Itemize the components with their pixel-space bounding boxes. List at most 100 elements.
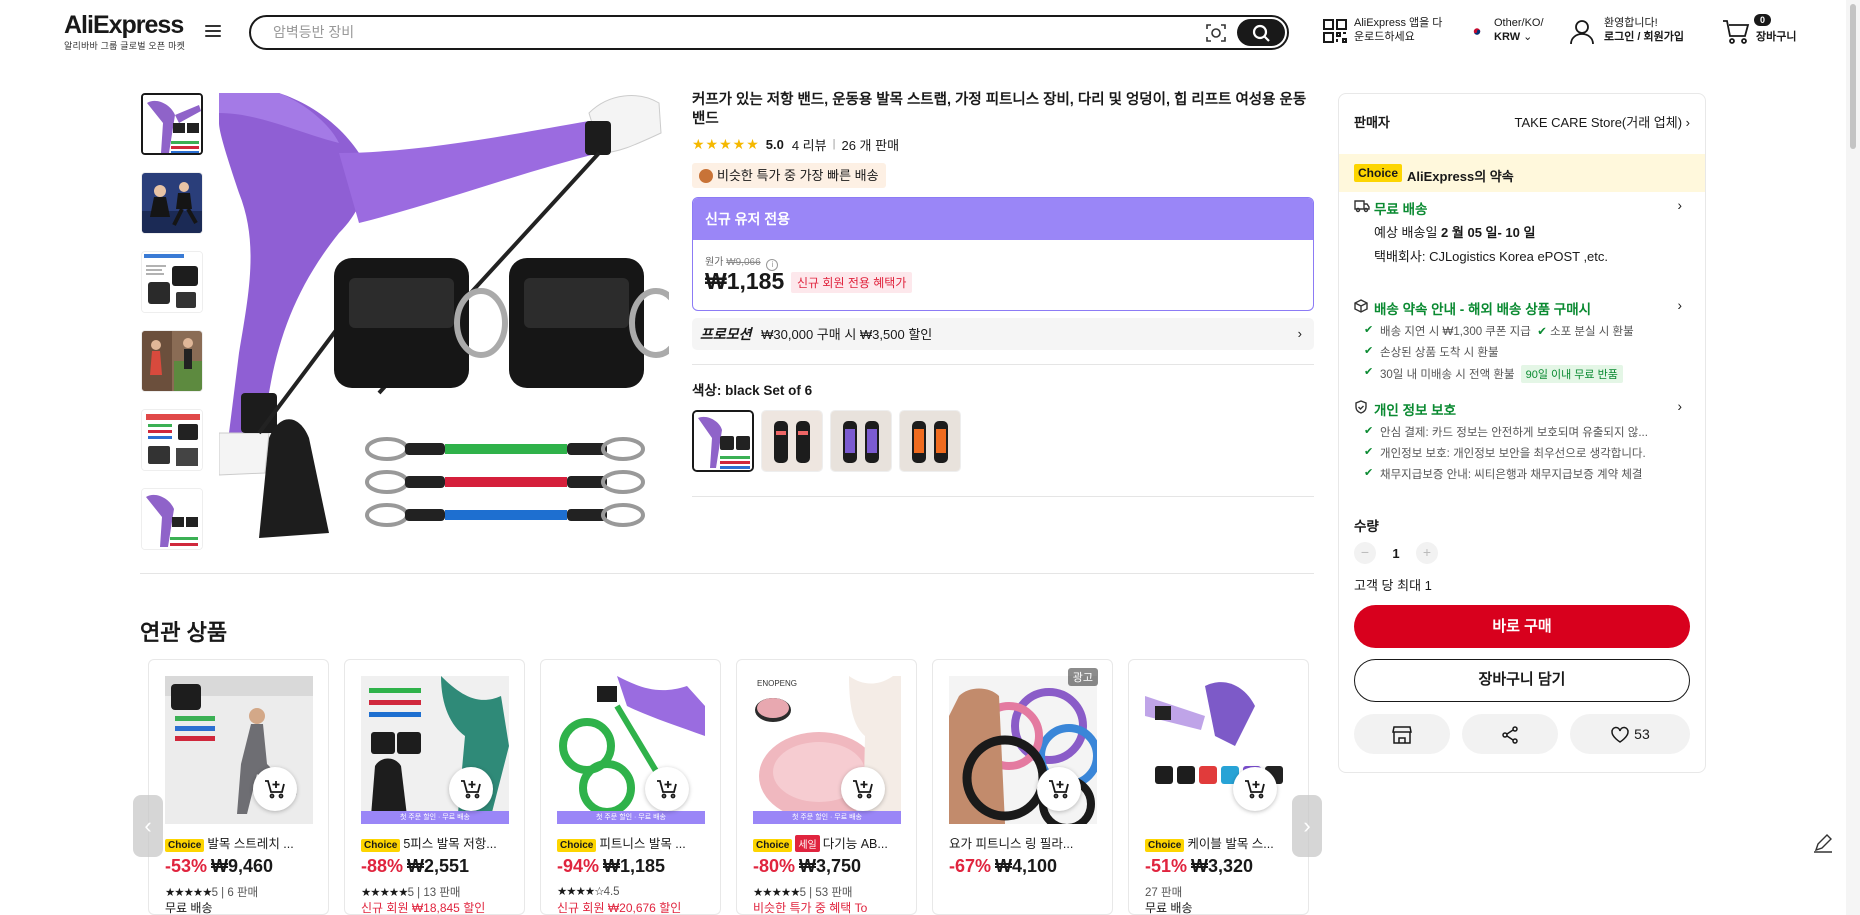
- product-card[interactable]: 광고 요가 피트니스 링 필라... -67% ₩4,100: [932, 659, 1113, 915]
- scrollbar-thumb[interactable]: [1850, 4, 1856, 149]
- product-card-name: Choice 세일 다기능 AB...: [753, 833, 903, 852]
- product-card-price: -67% ₩4,100: [949, 856, 1058, 876]
- quantity-stepper: − 1 +: [1354, 542, 1438, 564]
- add-to-cart-button[interactable]: [1037, 767, 1081, 811]
- related-products-carousel: Choice 발목 스트레치 ... -53% ₩9,460 ★★★★★5 | 6 …: [148, 659, 1309, 915]
- divider: [692, 496, 1314, 497]
- login-signup-link[interactable]: 로그인 / 회원가입: [1604, 31, 1684, 43]
- product-card-price: -94% ₩1,185: [557, 856, 666, 876]
- cart-plus-icon: [657, 780, 677, 799]
- product-card-name: Choice 5피스 발목 저항...: [361, 833, 511, 852]
- divider: [692, 364, 1314, 365]
- svg-text:ENOPENG: ENOPENG: [757, 679, 797, 688]
- chevron-right-icon: ›: [1677, 198, 1683, 213]
- rating-summary[interactable]: ★★★★★ 5.0 4 리뷰 | 26 개 판매: [692, 135, 899, 154]
- carousel-prev-button[interactable]: ‹: [133, 795, 163, 857]
- add-to-cart-button[interactable]: [1233, 767, 1277, 811]
- color-option[interactable]: [761, 410, 823, 472]
- carousel-next-button[interactable]: ›: [1292, 795, 1322, 857]
- eta-label: 예상 배송일: [1374, 225, 1438, 240]
- thumbnail[interactable]: [141, 330, 203, 392]
- store-icon: [1392, 726, 1412, 745]
- chevron-right-icon: ›: [1677, 399, 1683, 414]
- promise-title: AliExpress의 약속: [1407, 169, 1514, 184]
- product-card-shipping: 비슷한 특가 중 혜택 To: [753, 901, 868, 915]
- first-order-strip: 첫 주문 할인 · 무료 배송: [361, 811, 509, 824]
- product-card[interactable]: 첫 주문 할인 · 무료 배송 Choice 피트니스 발목 ... -94% ₩1…: [540, 659, 721, 915]
- product-card-rating: ★★★★☆4.5: [557, 886, 620, 898]
- discount: -88%: [361, 856, 404, 876]
- store-link[interactable]: TAKE CARE Store(거래 업체) ›: [1515, 112, 1690, 131]
- add-to-cart-button[interactable]: [841, 767, 885, 811]
- thumbnail[interactable]: [141, 251, 203, 313]
- choice-badge: Choice: [1145, 839, 1185, 852]
- hamburger-menu-icon[interactable]: [205, 25, 221, 39]
- share-button[interactable]: [1462, 714, 1558, 754]
- wishlist-count: 53: [1634, 726, 1650, 742]
- add-to-cart-button[interactable]: 장바구니 담기: [1354, 659, 1690, 702]
- logo-subtitle: 알리바바 그룹 글로벌 오픈 마켓: [64, 41, 186, 51]
- add-to-cart-button[interactable]: [645, 767, 689, 811]
- user-icon: [1570, 20, 1594, 45]
- shipping-section[interactable]: 무료 배송 › 예상 배송일 2 월 05 일- 10 일 택배회사: CJLo…: [1354, 198, 1690, 266]
- product-card[interactable]: Choice 케이블 발목 스... -51% ₩3,320 27 판매 무료 배송: [1128, 659, 1309, 915]
- discount: -80%: [753, 856, 796, 876]
- main-product-image[interactable]: [219, 93, 669, 543]
- color-option[interactable]: [692, 410, 754, 472]
- chevron-left-icon: ‹: [144, 813, 152, 838]
- thumbnail[interactable]: [141, 172, 203, 234]
- product-card-shipping: 무료 배송: [165, 901, 213, 915]
- product-card[interactable]: Choice 발목 스트레치 ... -53% ₩9,460 ★★★★★5 | 6 …: [148, 659, 329, 915]
- choice-badge: Choice: [165, 839, 205, 852]
- privacy-section[interactable]: 개인 정보 보호 › ✔ 안심 결제: 카드 정보는 안전하게 보호되며 유출되지…: [1354, 399, 1690, 482]
- chevron-right-icon: ›: [1303, 813, 1311, 838]
- thumbnail[interactable]: [141, 488, 203, 550]
- carrier-info: 택배회사: CJLogistics Korea ePOST ,etc.: [1374, 249, 1609, 264]
- color-label-row: 색상: black Set of 6: [692, 379, 812, 399]
- wishlist-button[interactable]: 53: [1570, 714, 1690, 754]
- color-option[interactable]: [899, 410, 961, 472]
- image-search-icon[interactable]: [1205, 22, 1227, 44]
- product-card-name: Choice 피트니스 발목 ...: [557, 833, 707, 852]
- review-count[interactable]: 4 리뷰: [792, 135, 827, 154]
- heart-icon: [1611, 727, 1630, 744]
- cart-plus-icon: [461, 780, 481, 799]
- product-card-price: -53% ₩9,460: [165, 856, 274, 876]
- cart-label: 장바구니: [1756, 31, 1797, 43]
- seller-row: 판매자 TAKE CARE Store(거래 업체) ›: [1354, 112, 1690, 131]
- search-button[interactable]: [1237, 19, 1285, 46]
- guarantee-title: 배송 약속 안내 - 해외 배송 상품 구매시: [1374, 302, 1592, 317]
- discount: -53%: [165, 856, 208, 876]
- promotion-label: 프로모션: [700, 326, 752, 342]
- aliexpress-logo[interactable]: AliExpress 알리바바 그룹 글로벌 오픈 마켓: [64, 12, 185, 52]
- eta-value: 2 월 05 일- 10 일: [1441, 225, 1536, 240]
- thumbnail[interactable]: [141, 93, 203, 155]
- add-to-cart-button[interactable]: [449, 767, 493, 811]
- welcome-text: 환영합니다!: [1604, 17, 1658, 29]
- choice-badge: Choice: [1354, 164, 1403, 182]
- related-products-title: 연관 상품: [140, 620, 228, 645]
- increase-button[interactable]: +: [1416, 542, 1438, 564]
- purchase-limit: 고객 당 최대 1: [1354, 578, 1432, 593]
- qr-code-icon: [1323, 19, 1347, 43]
- sale-badge: 세일: [795, 835, 820, 852]
- add-to-cart-button[interactable]: [253, 767, 297, 811]
- product-card[interactable]: 첫 주문 할인 · 무료 배송 Choice 5피스 발목 저항... -88% ₩…: [344, 659, 525, 915]
- store-button[interactable]: [1354, 714, 1450, 754]
- original-price-label: 원가: [705, 257, 724, 268]
- delivery-guarantee-section[interactable]: 배송 약속 안내 - 해외 배송 상품 구매시 › ✔ 배송 지연 시 ₩1,30…: [1354, 298, 1690, 383]
- thumbnail[interactable]: [141, 409, 203, 471]
- share-icon: [1502, 726, 1518, 745]
- promotion-row[interactable]: 프로모션 ₩30,000 구매 시 ₩3,500 할인 ›: [692, 318, 1314, 350]
- buy-now-button[interactable]: 바로 구매: [1354, 605, 1690, 648]
- scrollbar[interactable]: [1846, 0, 1860, 915]
- decrease-button[interactable]: −: [1354, 542, 1376, 564]
- feedback-edit-icon[interactable]: [1810, 830, 1836, 856]
- box-shield-icon: [1354, 299, 1368, 313]
- delivery-badge-icon: [699, 168, 713, 183]
- product-card[interactable]: ENOPENG 첫 주문 할인 · 무료 배송 Choice 세일 다기능 AB..…: [736, 659, 917, 915]
- discount: -51%: [1145, 856, 1188, 876]
- header: AliExpress 알리바바 그룹 글로벌 오픈 마켓 AliExpress …: [0, 0, 1860, 64]
- color-option[interactable]: [830, 410, 892, 472]
- search-input[interactable]: [273, 24, 1173, 40]
